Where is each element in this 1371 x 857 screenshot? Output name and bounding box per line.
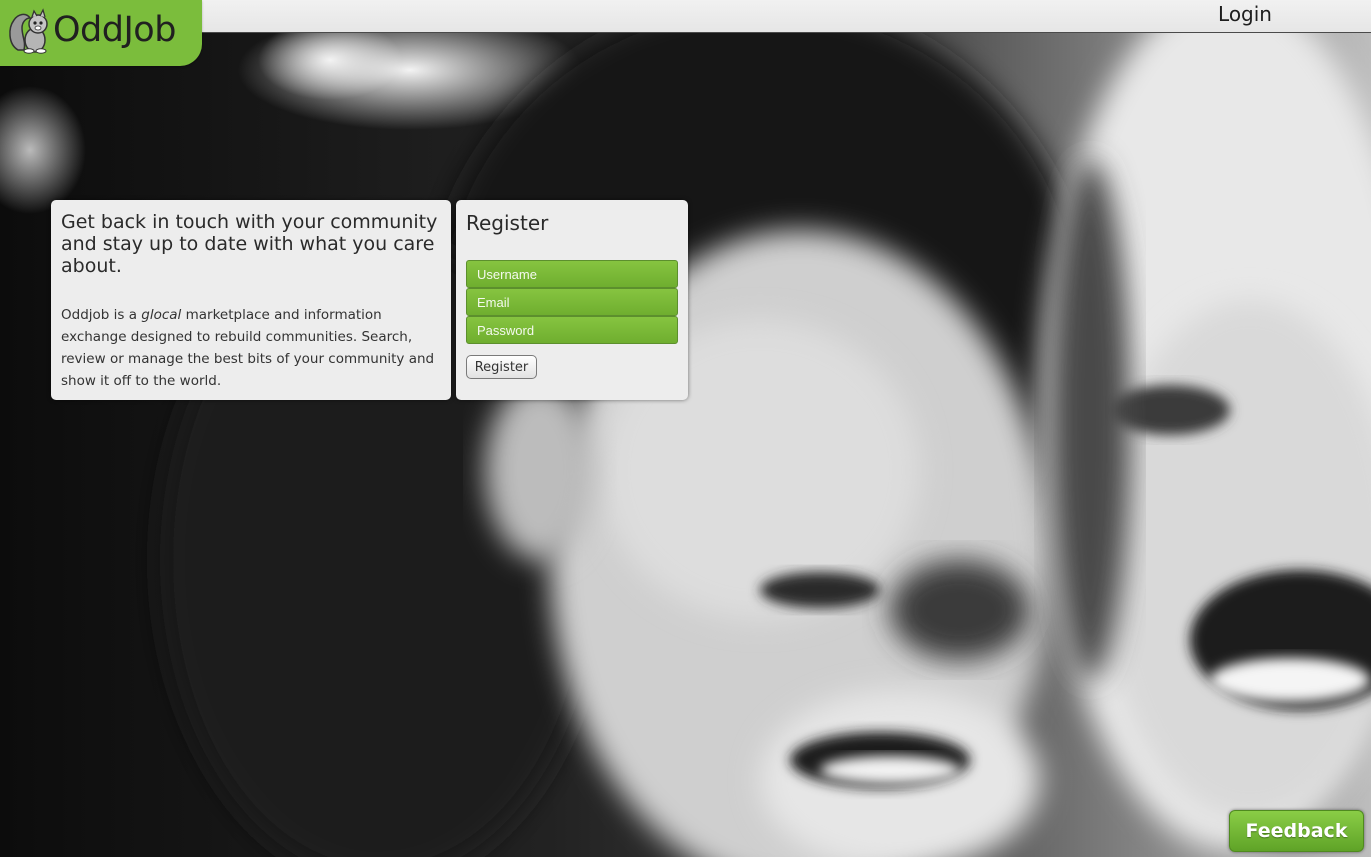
hero-background-photo <box>0 0 1371 857</box>
top-navigation-bar: Login <box>0 0 1371 33</box>
username-input[interactable] <box>466 260 678 288</box>
feedback-button[interactable]: Feedback <box>1229 810 1364 852</box>
register-title: Register <box>466 211 549 235</box>
intro-text-emphasis: glocal <box>141 307 182 323</box>
intro-description: Oddjob is a glocal marketplace and infor… <box>61 304 446 392</box>
logo-wordmark: OddJob <box>53 10 176 50</box>
intro-heading: Get back in touch with your community an… <box>61 211 438 277</box>
register-button[interactable]: Register <box>466 355 537 379</box>
intro-text-start: Oddjob is a <box>61 307 142 323</box>
password-input[interactable] <box>466 316 678 344</box>
intro-panel: Get back in touch with your community an… <box>51 200 451 400</box>
login-link[interactable]: Login <box>1218 2 1272 26</box>
site-logo[interactable]: OddJob <box>0 0 202 66</box>
email-input[interactable] <box>466 288 678 316</box>
register-panel: Register Register <box>456 200 688 400</box>
squirrel-logo-icon <box>9 8 48 54</box>
photo-shapes <box>160 0 1371 857</box>
